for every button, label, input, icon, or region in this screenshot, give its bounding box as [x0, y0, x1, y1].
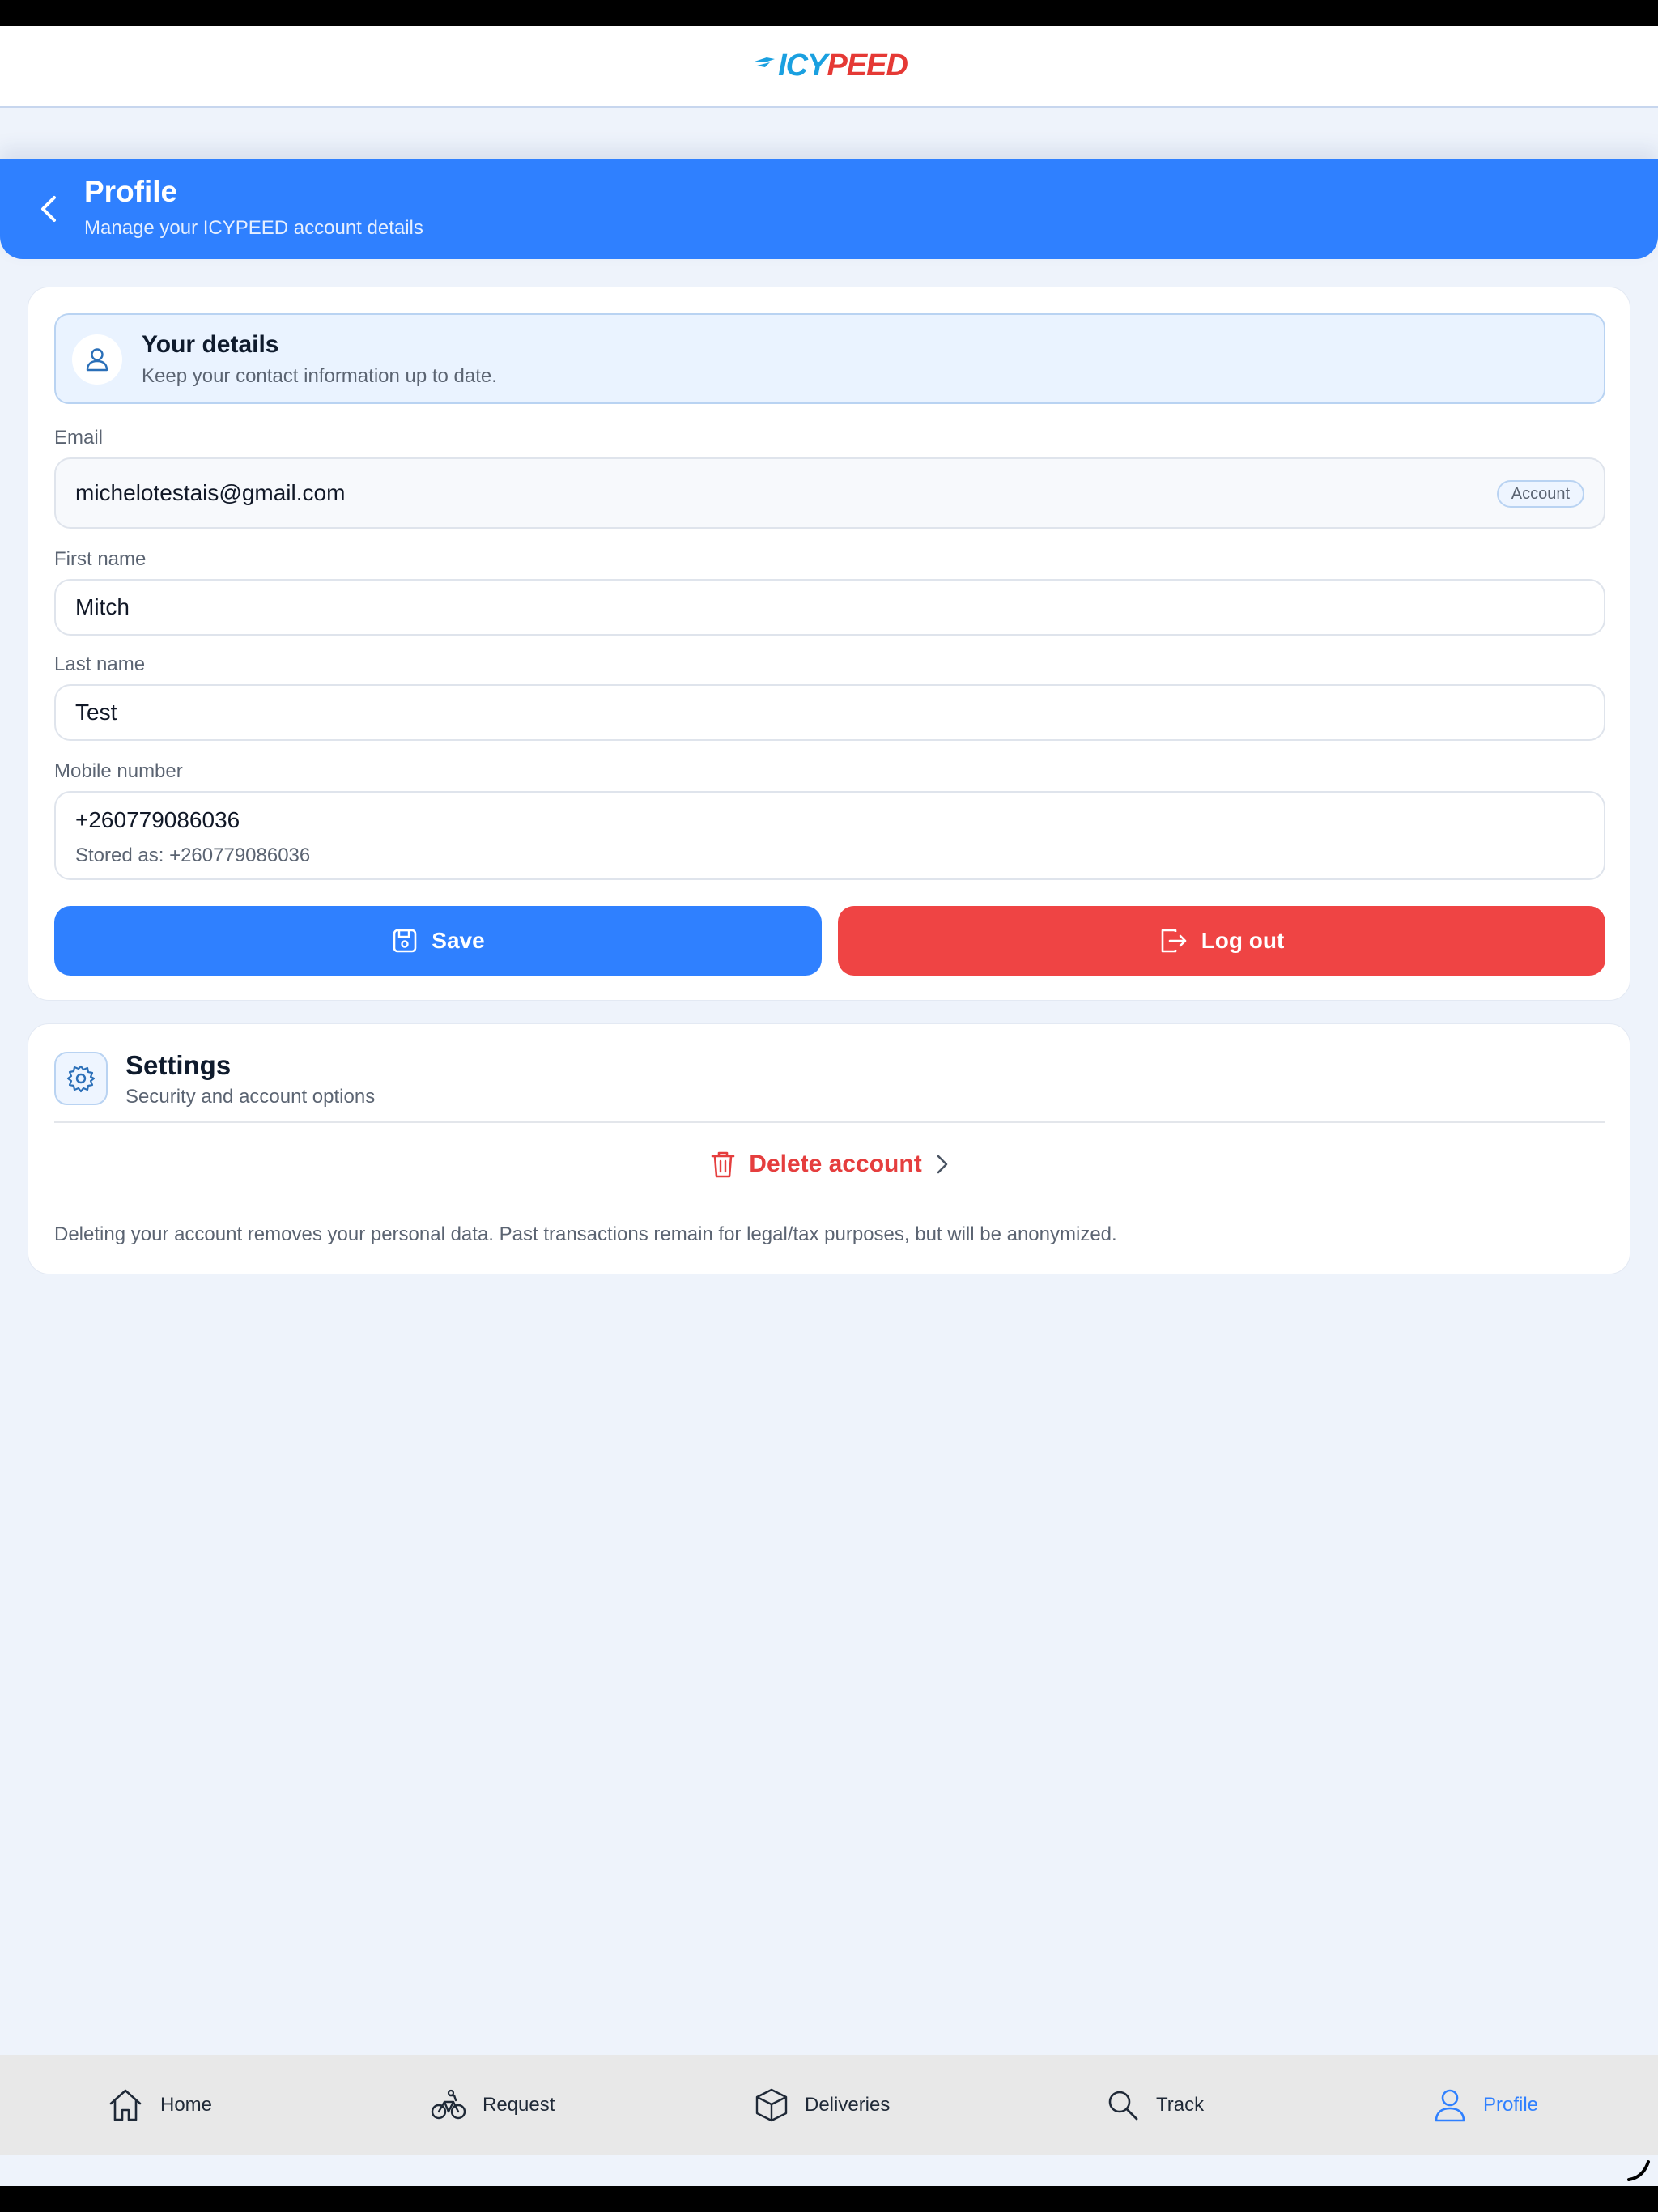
nav-label-track: Track: [1156, 2094, 1205, 2116]
chevron-right-icon: [937, 1155, 948, 1174]
status-bar-bottom: [0, 2186, 1658, 2212]
first-name-label: First name: [54, 548, 147, 570]
mobile-value: +260779086036: [75, 807, 240, 832]
last-name-field[interactable]: Test: [54, 684, 1605, 741]
first-name-field[interactable]: Mitch: [54, 579, 1605, 636]
settings-subtitle: Security and account options: [125, 1086, 376, 1108]
logout-icon: [1161, 929, 1186, 953]
delete-account-note: Deleting your account removes your perso…: [54, 1223, 1117, 1245]
logo-wing-icon: [752, 57, 776, 67]
save-icon: [393, 929, 417, 953]
nav-label-home: Home: [160, 2094, 213, 2116]
email-field[interactable]: michelotestais@gmail.com Account: [54, 457, 1605, 529]
search-icon: [1108, 2091, 1138, 2121]
nav-item-track[interactable]: Track: [1106, 2055, 1204, 2155]
user-icon: [1435, 2089, 1465, 2122]
delete-account-label: Delete account: [749, 1151, 922, 1177]
gear-icon: [54, 1052, 108, 1105]
app-top-bar: ICY PEED: [0, 26, 1658, 108]
chevron-left-icon: [41, 196, 56, 222]
settings-title: Settings: [125, 1050, 232, 1080]
mobile-label: Mobile number: [54, 760, 183, 782]
box-icon: [755, 2088, 788, 2122]
bicycle-icon: [431, 2089, 466, 2120]
settings-divider: [54, 1121, 1605, 1123]
icypeed-logo: ICY PEED: [750, 49, 908, 83]
logout-button[interactable]: Log out: [838, 906, 1605, 976]
nav-item-deliveries[interactable]: Deliveries: [755, 2055, 890, 2155]
details-subtitle: Keep your contact information up to date…: [142, 365, 497, 387]
bottom-nav: Home Request Deliveries Track Profile: [0, 2055, 1658, 2155]
logout-label: Log out: [1201, 928, 1285, 953]
email-value: michelotestais@gmail.com: [75, 480, 346, 505]
first-name-value: Mitch: [75, 594, 130, 619]
settings-card: Settings Security and account options De…: [28, 1023, 1630, 1274]
nav-label-deliveries: Deliveries: [805, 2094, 891, 2116]
nav-item-home[interactable]: Home: [107, 2055, 212, 2155]
back-button[interactable]: [29, 189, 68, 228]
page-subtitle: Manage your ICYPEED account details: [84, 217, 423, 239]
page-header: Profile Manage your ICYPEED account deta…: [0, 159, 1658, 259]
account-badge: Account: [1496, 480, 1584, 508]
page-title: Profile: [84, 175, 178, 208]
delete-account-button[interactable]: Delete account: [28, 1144, 1631, 1185]
nav-label-request: Request: [483, 2094, 555, 2116]
logo-text-icy: ICY: [778, 49, 827, 83]
mobile-field[interactable]: +260779086036 Stored as: +260779086036: [54, 791, 1605, 880]
status-bar-top: [0, 0, 1658, 26]
email-label: Email: [54, 427, 104, 449]
trash-icon: [711, 1151, 735, 1178]
nav-label-profile: Profile: [1483, 2094, 1539, 2116]
last-name-label: Last name: [54, 653, 146, 675]
details-banner: Your details Keep your contact informati…: [54, 313, 1605, 404]
details-title: Your details: [142, 331, 279, 358]
save-label: Save: [432, 928, 485, 953]
logo-text-peed: PEED: [827, 49, 908, 83]
user-icon: [72, 334, 122, 385]
nav-item-profile[interactable]: Profile: [1433, 2055, 1538, 2155]
last-name-value: Test: [75, 700, 117, 725]
details-card: Your details Keep your contact informati…: [28, 287, 1630, 1001]
resize-handle-icon: [1627, 2160, 1650, 2181]
save-button[interactable]: Save: [54, 906, 822, 976]
nav-item-request[interactable]: Request: [431, 2055, 555, 2155]
home-icon: [109, 2089, 142, 2121]
mobile-stored-hint: Stored as: +260779086036: [75, 844, 311, 866]
